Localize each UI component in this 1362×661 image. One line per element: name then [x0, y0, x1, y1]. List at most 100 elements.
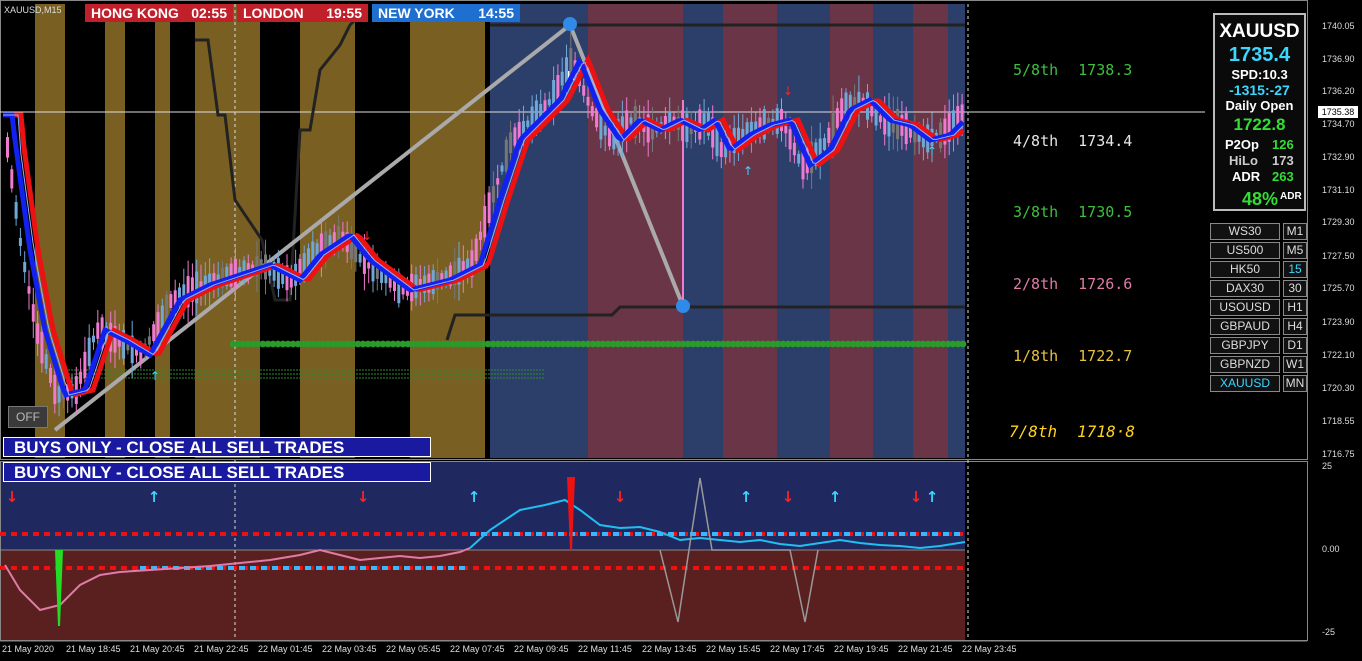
info-p2op: 126: [1272, 137, 1294, 152]
info-hilo: 173: [1272, 153, 1294, 168]
time-tick: 22 May 07:45: [450, 644, 505, 654]
symbol-button-dax30[interactable]: DAX30: [1210, 280, 1280, 297]
info-symbol: XAUUSD: [1219, 21, 1300, 42]
time-tick: 22 May 19:45: [834, 644, 889, 654]
info-adr-percent-suffix: ADR: [1280, 191, 1302, 202]
arrow-up-icon: ↑: [829, 488, 842, 506]
info-spread: SPD:10.3: [1231, 67, 1288, 82]
symbol-button-hk50[interactable]: HK50: [1210, 261, 1280, 278]
price-tick: 1720.30: [1322, 383, 1355, 393]
price-tick: 1736.90: [1322, 54, 1355, 64]
symbol-button-usousd[interactable]: USOUSD: [1210, 299, 1280, 316]
session-time: 19:55: [326, 5, 362, 21]
price-chart[interactable]: ↑↑↑↓↓↓ ↑ ↓ ↑ ↓ ↑ ↓ ↑ ↓ ↑: [0, 0, 1362, 661]
mt4-chart-window: ↑ ↑ ↑ ↓ ↓ ↓ ↑ ↓ ↑ ↓ ↑ ↓ ↑ ↓ ↑ XAUUSD,M15 HONG KONG 02:5…: [0, 0, 1362, 661]
time-tick: 21 May 20:45: [130, 644, 185, 654]
murray-level-label: 1/8th: [1013, 347, 1059, 365]
zigzag-high-point: [563, 17, 577, 31]
session-clock-0: HONG KONG 02:55: [85, 4, 233, 22]
arrow-up-icon: ↑: [148, 488, 161, 506]
murray-level-4: 1/8th 1722.7: [1013, 347, 1132, 365]
timeframe-button-m1[interactable]: M1: [1283, 223, 1307, 240]
info-adr-percent: 48%: [1242, 189, 1279, 209]
price-tick: 1732.90: [1322, 152, 1355, 162]
session-city: LONDON: [243, 5, 304, 21]
symbol-button-us500[interactable]: US500: [1210, 242, 1280, 259]
off-button[interactable]: OFF: [8, 406, 48, 428]
chart-symbol-label: XAUUSD,M15: [4, 5, 62, 15]
buys-only-banner-bottom: BUYS ONLY - CLOSE ALL SELL TRADES: [3, 462, 431, 482]
murray-level-price: 1738.3: [1078, 61, 1133, 79]
arrow-up-icon: ↑: [927, 144, 937, 158]
timeframe-button-30[interactable]: 30: [1283, 280, 1307, 297]
info-daily-open: 1722.8: [1233, 115, 1286, 134]
session-time: 02:55: [191, 5, 227, 21]
info-adr-label: ADR: [1232, 169, 1261, 184]
session-clock-1: LONDON 19:55: [237, 4, 368, 22]
murray-level-0: 5/8th 1738.3: [1013, 61, 1132, 79]
price-tick: 1740.05: [1322, 21, 1355, 31]
session-time: 14:55: [478, 5, 514, 21]
zigzag-low-point: [676, 299, 690, 313]
price-tick: 1731.10: [1322, 185, 1355, 195]
timeframe-button-d1[interactable]: D1: [1283, 337, 1307, 354]
price-tick: 1722.10: [1322, 350, 1355, 360]
arrow-up-icon: ↑: [743, 164, 753, 178]
buys-only-banner-top: BUYS ONLY - CLOSE ALL SELL TRADES: [3, 437, 431, 457]
murray-level-price: 1722.7: [1078, 347, 1133, 365]
oscillator-pane: [0, 462, 1307, 640]
session-background: [0, 4, 965, 458]
murray-level-price: 1734.4: [1078, 132, 1133, 150]
symbol-button-xauusd[interactable]: XAUUSD: [1210, 375, 1280, 392]
price-tick: 1716.75: [1322, 449, 1355, 459]
symbol-button-gbpaud[interactable]: GBPAUD: [1210, 318, 1280, 335]
symbol-info-panel: XAUUSD 1735.4 SPD:10.3 -1315:-27 Daily O…: [1213, 13, 1306, 211]
time-tick: 22 May 09:45: [514, 644, 569, 654]
arrow-down-icon: ↓: [614, 488, 627, 506]
arrow-down-icon: ↓: [6, 488, 19, 506]
timeframe-button-h1[interactable]: H1: [1283, 299, 1307, 316]
time-tick: 21 May 18:45: [66, 644, 121, 654]
time-tick: 21 May 2020: [2, 644, 55, 654]
murray-level-3: 2/8th 1726.6: [1013, 275, 1132, 293]
arrow-up-icon: ↑: [740, 488, 753, 506]
arrow-up-icon: ↑: [926, 488, 939, 506]
price-tick: 1729.30: [1322, 217, 1355, 227]
session-city: NEW YORK: [378, 5, 455, 21]
murray-level-2: 3/8th 1730.5: [1013, 203, 1132, 221]
murray-level-label: 2/8th: [1013, 275, 1059, 293]
symbol-button-gbpnzd[interactable]: GBPNZD: [1210, 356, 1280, 373]
daily-open-line: [229, 340, 967, 348]
time-tick: 22 May 23:45: [962, 644, 1017, 654]
info-price: 1735.4: [1228, 44, 1291, 66]
murray-level-5: 7/8th 1718·8: [1009, 422, 1135, 441]
murray-level-1: 4/8th 1734.4: [1013, 132, 1132, 150]
timeframe-button-w1[interactable]: W1: [1283, 356, 1307, 373]
time-tick: 22 May 15:45: [706, 644, 761, 654]
symbol-button-ws30[interactable]: WS30: [1210, 223, 1280, 240]
arrow-down-icon: ↓: [362, 229, 372, 243]
price-tick: 1725.70: [1322, 283, 1355, 293]
symbol-button-gbpjpy[interactable]: GBPJPY: [1210, 337, 1280, 354]
price-tick: 1734.70: [1322, 119, 1355, 129]
oscillator-tick: -25: [1322, 627, 1336, 637]
murray-level-label: 4/8th: [1013, 132, 1059, 150]
price-tick: 1723.90: [1322, 317, 1355, 327]
arrow-down-icon: ↓: [783, 84, 793, 98]
info-hilo-label: HiLo: [1229, 153, 1258, 168]
current-price-tag: 1735.38: [1318, 106, 1358, 118]
murray-level-price: 1730.5: [1078, 203, 1133, 221]
arrow-down-icon: ↓: [910, 488, 923, 506]
time-tick: 22 May 13:45: [642, 644, 697, 654]
timeframe-button-mn[interactable]: MN: [1283, 375, 1307, 392]
time-tick: 21 May 22:45: [194, 644, 249, 654]
timeframe-button-h4[interactable]: H4: [1283, 318, 1307, 335]
timeframe-button-m5[interactable]: M5: [1283, 242, 1307, 259]
time-tick: 22 May 03:45: [322, 644, 377, 654]
murray-level-price: 1718·8: [1077, 422, 1135, 441]
murray-level-price: 1726.6: [1078, 275, 1133, 293]
timeframe-button-15[interactable]: 15: [1283, 261, 1307, 278]
info-daily-open-label: Daily Open: [1225, 98, 1294, 113]
info-countdown: -1315:-27: [1229, 82, 1290, 98]
oscillator-tick: 25: [1322, 461, 1333, 471]
